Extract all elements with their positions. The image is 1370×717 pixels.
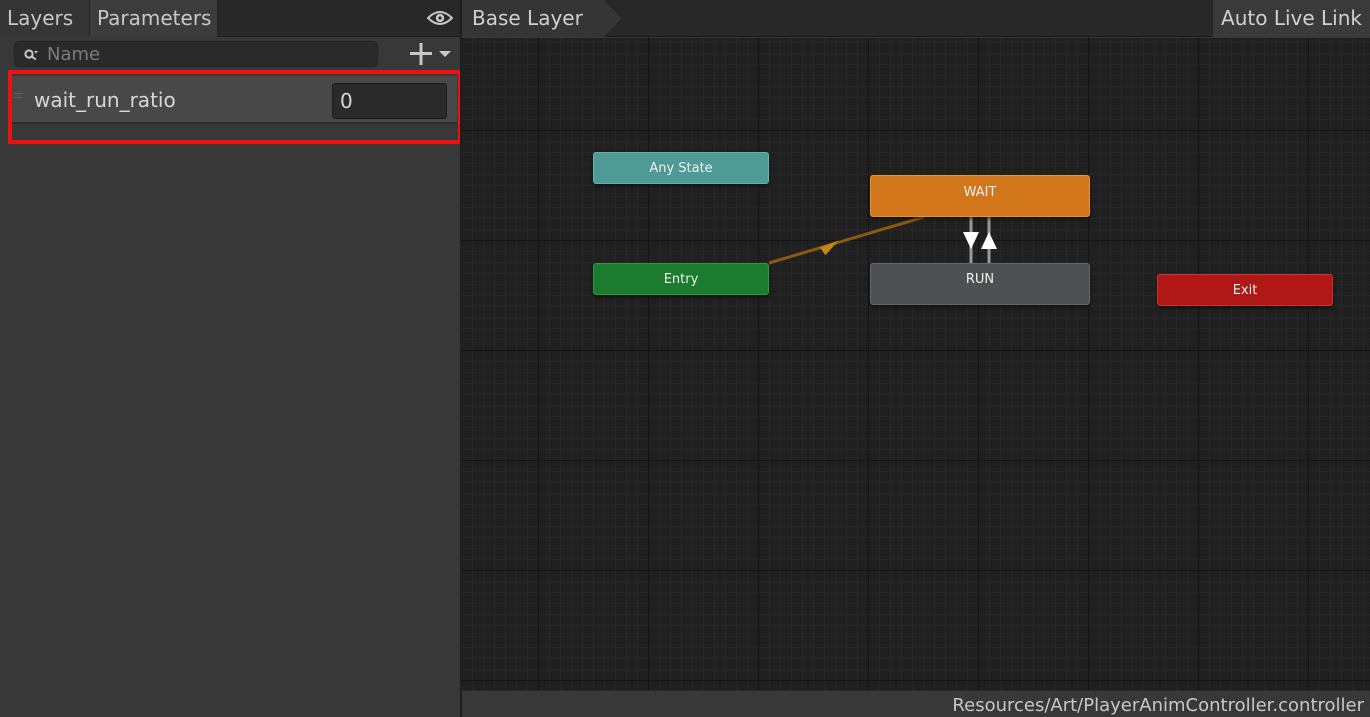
left-toolbar: Layers Parameters bbox=[0, 0, 460, 37]
graph-toolbar: Base Layer Auto Live Link bbox=[462, 0, 1370, 37]
transition-up-arrow-icon bbox=[981, 232, 997, 249]
tab-layers[interactable]: Layers bbox=[0, 0, 90, 37]
status-bar: Resources/Art/PlayerAnimController.contr… bbox=[462, 690, 1370, 717]
parameter-value-field[interactable] bbox=[332, 83, 447, 119]
state-machine-graph[interactable]: Any State Entry WAIT RUN Exit bbox=[462, 38, 1370, 690]
tab-parameters[interactable]: Parameters bbox=[90, 0, 218, 37]
breadcrumb-base-layer[interactable]: Base Layer bbox=[472, 6, 583, 30]
node-entry[interactable]: Entry bbox=[593, 263, 769, 295]
search-box[interactable] bbox=[14, 41, 378, 67]
node-any-state[interactable]: Any State bbox=[593, 152, 769, 184]
transition-entry-to-wait bbox=[768, 215, 925, 265]
search-icon bbox=[24, 49, 38, 61]
breadcrumb-arrow-icon bbox=[604, 0, 623, 37]
eye-icon[interactable] bbox=[427, 9, 453, 27]
node-wait[interactable]: WAIT bbox=[870, 175, 1090, 217]
search-input[interactable] bbox=[47, 42, 367, 66]
node-run[interactable]: RUN bbox=[870, 263, 1090, 305]
breadcrumb[interactable]: Base Layer bbox=[462, 0, 623, 37]
parameter-name[interactable]: wait_run_ratio bbox=[34, 88, 176, 112]
parameter-row[interactable]: wait_run_ratio bbox=[11, 76, 457, 124]
drag-handle-icon[interactable] bbox=[13, 93, 23, 98]
parameters-panel: Layers Parameters wait_run_ratio bbox=[0, 0, 462, 717]
parameter-search-row bbox=[0, 37, 460, 72]
controller-path: Resources/Art/PlayerAnimController.contr… bbox=[952, 695, 1364, 716]
transition-arrow-icon bbox=[819, 240, 839, 256]
transition-down-arrow-icon bbox=[963, 232, 979, 249]
transitions-layer bbox=[768, 215, 997, 265]
node-exit[interactable]: Exit bbox=[1157, 274, 1333, 306]
add-parameter-button[interactable] bbox=[408, 41, 454, 67]
auto-live-link-button[interactable]: Auto Live Link bbox=[1212, 0, 1370, 37]
